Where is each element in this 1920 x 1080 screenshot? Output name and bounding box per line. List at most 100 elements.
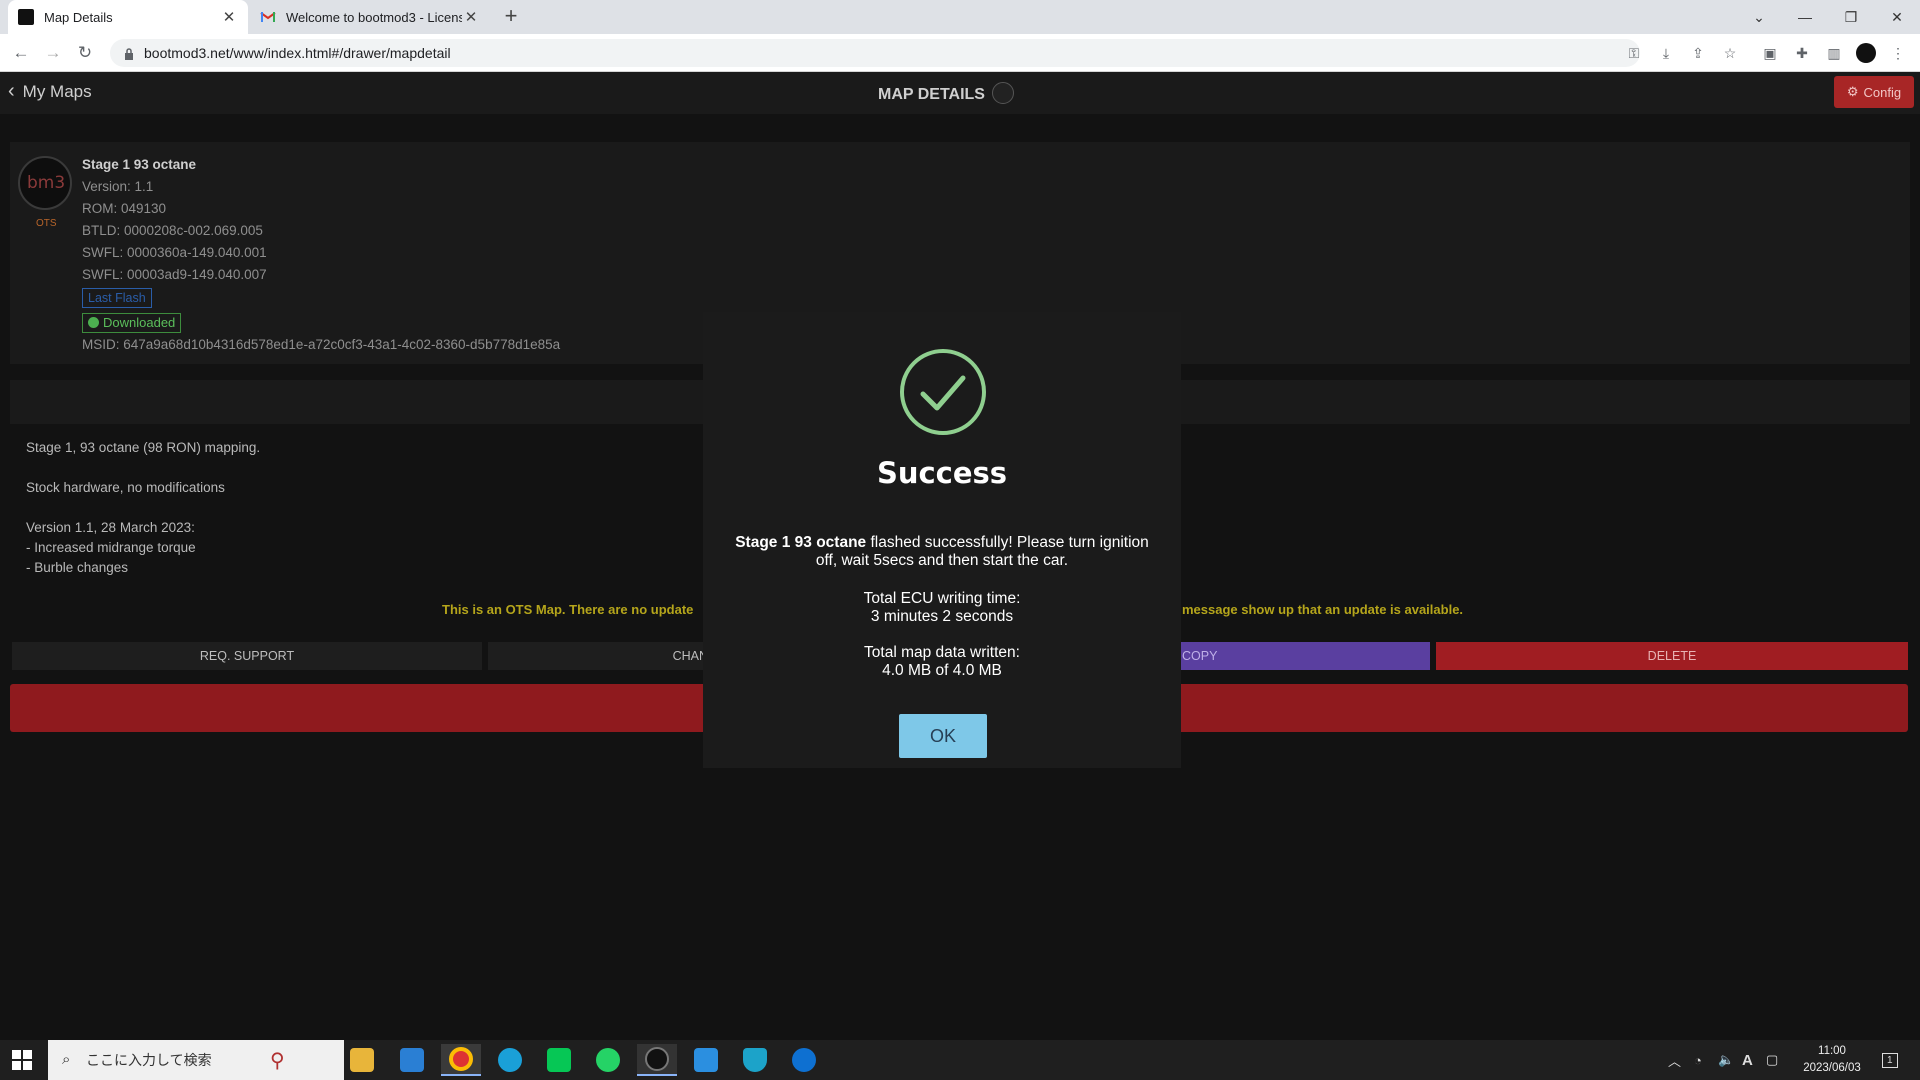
dialog-message-text: flashed successfully! Please turn igniti… xyxy=(815,534,1149,569)
description-line: Stage 1, 93 octane (98 RON) mapping. xyxy=(26,440,261,455)
chevron-left-icon: ‹ xyxy=(8,80,15,102)
teamviewer-icon[interactable] xyxy=(784,1044,824,1076)
new-tab-icon[interactable]: + xyxy=(498,4,524,30)
back-to-my-maps-link[interactable]: ‹ My Maps xyxy=(8,80,92,103)
downloaded-badge: Downloaded xyxy=(82,313,182,333)
change-button[interactable]: CHAN xyxy=(488,642,728,670)
success-dialog: Success Stage 1 93 octane flashed succes… xyxy=(703,312,1181,768)
browser-tab-strip: Map Details ✕ Welcome to bootmod3 - Lice… xyxy=(0,0,1920,34)
data-written-label: Total map data written: xyxy=(864,644,1020,661)
search-icon: ⌕ xyxy=(62,1051,71,1068)
map-btld: BTLD: 0000208c-002.069.005 xyxy=(82,223,263,238)
map-msid: MSID: 647a9a68d10b4316d578ed1e-a72c0cf3-… xyxy=(82,337,561,352)
share-icon[interactable]: ⇪ xyxy=(1688,43,1708,63)
minimize-icon[interactable]: — xyxy=(1782,0,1828,34)
downloaded-label: Downloaded xyxy=(103,315,176,330)
forward-arrow-icon[interactable]: → xyxy=(40,41,66,65)
search-placeholder: ここに入力して検索 xyxy=(86,1052,212,1068)
ots-label: OTS xyxy=(36,218,57,229)
bootmod3-favicon-icon xyxy=(18,9,34,25)
map-swfl-1: SWFL: 0000360a-149.040.001 xyxy=(82,245,267,260)
file-explorer-icon[interactable] xyxy=(342,1044,382,1076)
window-close-icon[interactable]: ✕ xyxy=(1874,0,1920,34)
bicycle-icon: ⚲ xyxy=(270,1050,285,1072)
clock-date: 2023/06/03 xyxy=(1803,1062,1861,1074)
bm3-logo-text: bm3 xyxy=(27,173,66,193)
side-panel-icon[interactable]: ▥ xyxy=(1824,43,1844,63)
extensions-puzzle-icon[interactable]: ✚ xyxy=(1792,43,1812,63)
windows-taskbar: ⌕ ここに入力して検索 ⚲ ︿ ◔ 🔈 A ▢ 11:00 2023/06/03… xyxy=(0,1040,1920,1080)
windows-start-icon[interactable] xyxy=(12,1050,32,1070)
ots-update-note: This is an OTS Map. There are no update … xyxy=(442,602,1463,617)
tab-search-chevron-icon[interactable]: ⌄ xyxy=(1736,0,1782,34)
notification-count: 1 xyxy=(1882,1052,1898,1068)
request-support-button[interactable]: REQ. SUPPORT xyxy=(12,642,482,670)
page-title: MAP DETAILS xyxy=(878,86,985,103)
lock-icon xyxy=(124,47,134,60)
gmail-icon xyxy=(260,9,276,25)
ots-note-left: This is an OTS Map. There are no update xyxy=(442,602,694,617)
map-version: Version: 1.1 xyxy=(82,179,154,194)
map-description: Stage 1, 93 octane (98 RON) mapping. Sto… xyxy=(26,438,260,578)
extension-app-icon[interactable]: ▣ xyxy=(1760,43,1780,63)
whatsapp-icon[interactable] xyxy=(588,1044,628,1076)
ecu-time-label: Total ECU writing time: xyxy=(863,590,1021,607)
app-window-icon[interactable] xyxy=(686,1044,726,1076)
url-text: bootmod3.net/www/index.html#/drawer/mapd… xyxy=(144,45,451,61)
map-rom: ROM: 049130 xyxy=(82,201,167,216)
bookmark-star-icon[interactable]: ☆ xyxy=(1720,43,1740,63)
last-flash-badge: Last Flash xyxy=(82,288,152,308)
back-arrow-icon[interactable]: ← xyxy=(8,41,34,65)
tab-welcome-license[interactable]: Welcome to bootmod3 - License ✕ xyxy=(250,0,490,34)
network-icon[interactable]: ◔ xyxy=(1694,1040,1702,1080)
install-icon[interactable]: ⤓ xyxy=(1656,43,1676,63)
app-header: ‹ My Maps MAP DETAILS ⚙ Config xyxy=(0,72,1920,114)
config-button[interactable]: ⚙ Config xyxy=(1834,76,1914,108)
ok-button[interactable]: OK xyxy=(899,714,987,758)
ime-toggle-icon[interactable]: ▢ xyxy=(1766,1040,1778,1080)
vpn-shield-icon[interactable] xyxy=(735,1044,775,1076)
store-app-icon[interactable] xyxy=(392,1044,432,1076)
taskbar-clock[interactable]: 11:00 2023/06/03 xyxy=(1790,1043,1874,1077)
bm3-logo-icon xyxy=(992,82,1014,104)
ots-note-right: message show up that an update is availa… xyxy=(1182,602,1464,617)
tab-map-details[interactable]: Map Details ✕ xyxy=(8,0,248,34)
bm3-map-logo: bm3 xyxy=(18,156,72,210)
copy-button[interactable]: COPY xyxy=(1180,642,1430,670)
notification-icon[interactable]: 1 xyxy=(1882,1040,1898,1080)
config-label: Config xyxy=(1863,84,1902,100)
chrome-icon[interactable] xyxy=(441,1044,481,1076)
map-name: Stage 1 93 octane xyxy=(82,157,197,172)
data-written-block: Total map data written: 4.0 MB of 4.0 MB xyxy=(703,644,1181,680)
map-details: Stage 1 93 octane Version: 1.1 ROM: 0491… xyxy=(82,154,560,356)
dialog-message: Stage 1 93 octane flashed successfully! … xyxy=(723,534,1161,570)
restore-icon[interactable]: ❐ xyxy=(1828,0,1874,34)
description-line: Version 1.1, 28 March 2023: xyxy=(26,520,195,535)
tray-chevron-icon[interactable]: ︿ xyxy=(1668,1040,1681,1080)
data-written-value: 4.0 MB of 4.0 MB xyxy=(882,662,1002,679)
ime-indicator[interactable]: A xyxy=(1742,1040,1753,1080)
description-line: Stock hardware, no modifications xyxy=(26,480,225,495)
taskbar-search-input[interactable]: ⌕ ここに入力して検索 ⚲ xyxy=(48,1040,344,1080)
profile-avatar[interactable] xyxy=(1856,43,1876,63)
ecu-time-value: 3 minutes 2 seconds xyxy=(870,608,1014,625)
reload-icon[interactable]: ↻ xyxy=(72,41,98,65)
volume-icon[interactable]: 🔈 xyxy=(1718,1040,1734,1080)
back-label: My Maps xyxy=(22,81,92,101)
line-icon[interactable] xyxy=(539,1044,579,1076)
delete-button[interactable]: DELETE xyxy=(1436,642,1908,670)
tab-title: Map Details xyxy=(44,9,113,25)
edge-icon[interactable] xyxy=(490,1044,530,1076)
app-content: ‹ My Maps MAP DETAILS ⚙ Config bm3 OTS S… xyxy=(0,72,1920,1040)
check-circle-icon xyxy=(88,317,99,328)
address-bar[interactable]: bootmod3.net/www/index.html#/drawer/mapd… xyxy=(110,39,1640,67)
success-check-icon xyxy=(899,348,987,436)
key-icon[interactable]: ⚿ xyxy=(1624,43,1644,63)
close-icon[interactable]: ✕ xyxy=(462,8,480,26)
tab-title: Welcome to bootmod3 - License xyxy=(286,9,462,25)
flashed-map-name: Stage 1 93 octane xyxy=(735,534,867,551)
bootmod3-taskbar-icon[interactable] xyxy=(637,1044,677,1076)
close-icon[interactable]: ✕ xyxy=(220,8,238,26)
kebab-menu-icon[interactable]: ⋮ xyxy=(1888,43,1908,63)
clock-time: 11:00 xyxy=(1818,1045,1846,1057)
